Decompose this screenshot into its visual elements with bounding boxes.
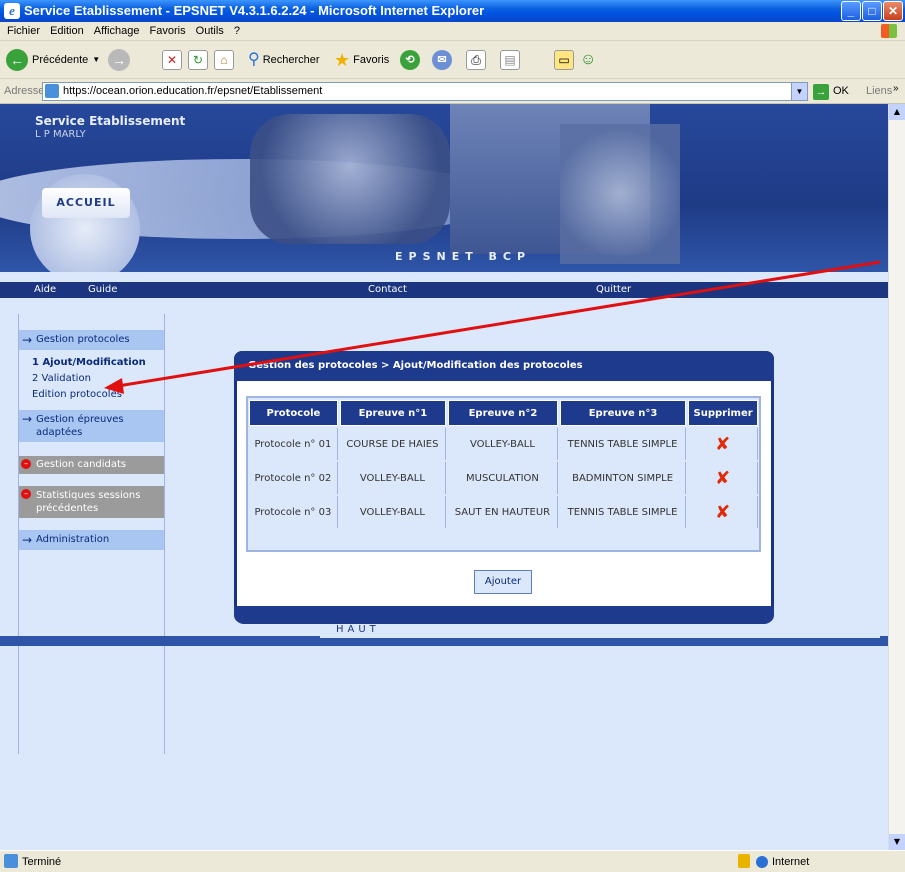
menu-edition[interactable]: Edition (50, 25, 84, 37)
refresh-icon: ↻ (188, 50, 208, 70)
menu-fichier[interactable]: Fichier (7, 25, 40, 37)
close-button[interactable]: ✕ (883, 1, 903, 21)
status-bar: Terminé Internet (0, 850, 905, 872)
search-label: Rechercher (262, 54, 320, 66)
history-button[interactable]: ⟲ (400, 48, 420, 72)
lock-icon (738, 854, 750, 868)
go-button[interactable]: OK (833, 85, 849, 97)
annotation-arrow-head (104, 378, 124, 394)
window-titlebar: e Service Etablissement - EPSNET V4.3.1.… (0, 0, 905, 22)
messenger-button[interactable]: ☺ (580, 48, 596, 72)
page-icon (45, 84, 59, 98)
globe-icon (756, 856, 768, 868)
favorites-button[interactable]: ★ Favoris (334, 48, 389, 72)
mail-icon: ✉ (432, 50, 452, 70)
notes-icon: ▭ (554, 50, 574, 70)
windows-flag-icon (881, 24, 897, 38)
menu-outils[interactable]: Outils (196, 25, 224, 37)
mail-button[interactable]: ✉ (432, 48, 452, 72)
home-button[interactable]: ⌂ (214, 48, 234, 72)
annotation-arrow (104, 260, 881, 394)
address-url: https://ocean.orion.education.fr/epsnet/… (63, 85, 323, 97)
page-viewport: Service Etablissement L P MARLY ACCUEIL … (0, 104, 888, 850)
history-icon: ⟲ (400, 50, 420, 70)
forward-button[interactable]: → (108, 48, 130, 72)
address-input[interactable]: https://ocean.orion.education.fr/epsnet/… (42, 82, 808, 101)
zone-text: Internet (772, 856, 810, 868)
print-button[interactable]: ⎙ (466, 48, 486, 72)
chevron-down-icon[interactable]: ▼ (791, 83, 807, 100)
menu-help[interactable]: ? (234, 25, 240, 37)
browser-toolbar: ← Précédente ▼ → ✕ ↻ ⌂ ⚲ Rechercher ★ Fa… (0, 41, 905, 79)
back-label: Précédente (32, 54, 89, 66)
scroll-down-icon[interactable]: ▼ (889, 834, 905, 850)
menu-favoris[interactable]: Favoris (150, 25, 186, 37)
search-button[interactable]: ⚲ Rechercher (248, 48, 320, 72)
favorites-label: Favoris (353, 54, 390, 66)
home-icon: ⌂ (214, 50, 234, 70)
status-text: Terminé (22, 856, 62, 868)
chevron-down-icon: ▼ (92, 55, 101, 64)
notes-button[interactable]: ▭ (554, 48, 574, 72)
edit-button[interactable]: ▤ (500, 48, 520, 72)
maximize-button[interactable]: □ (862, 1, 882, 21)
page-done-icon (4, 854, 18, 868)
back-button[interactable]: ← Précédente ▼ (6, 48, 100, 72)
star-icon: ★ (334, 50, 351, 70)
search-icon: ⚲ (248, 51, 260, 68)
edit-icon: ▤ (500, 50, 520, 70)
scroll-up-icon[interactable]: ▲ (889, 104, 905, 120)
back-arrow-icon: ← (6, 49, 28, 71)
print-icon: ⎙ (466, 50, 486, 70)
go-arrow-icon[interactable]: → (813, 84, 829, 100)
refresh-button[interactable]: ↻ (188, 48, 208, 72)
menu-affichage[interactable]: Affichage (94, 25, 140, 37)
menu-bar: Fichier Edition Affichage Favoris Outils… (0, 22, 905, 41)
links-label[interactable]: Liens (866, 85, 892, 97)
stop-icon: ✕ (162, 50, 182, 70)
address-label: Adresse (4, 85, 45, 97)
address-bar: Adresse https://ocean.orion.education.fr… (0, 80, 905, 104)
stop-button[interactable]: ✕ (162, 48, 182, 72)
ie-logo-icon: e (4, 3, 20, 19)
chevron-right-icon[interactable]: » (893, 83, 899, 94)
annotation-arrow-line (117, 260, 881, 388)
vertical-scrollbar[interactable]: ▲ ▼ (888, 104, 905, 850)
minimize-button[interactable]: _ (841, 1, 861, 21)
messenger-icon: ☺ (580, 51, 597, 68)
forward-arrow-icon: → (108, 49, 130, 71)
window-title: Service Etablissement - EPSNET V4.3.1.6.… (24, 3, 485, 18)
